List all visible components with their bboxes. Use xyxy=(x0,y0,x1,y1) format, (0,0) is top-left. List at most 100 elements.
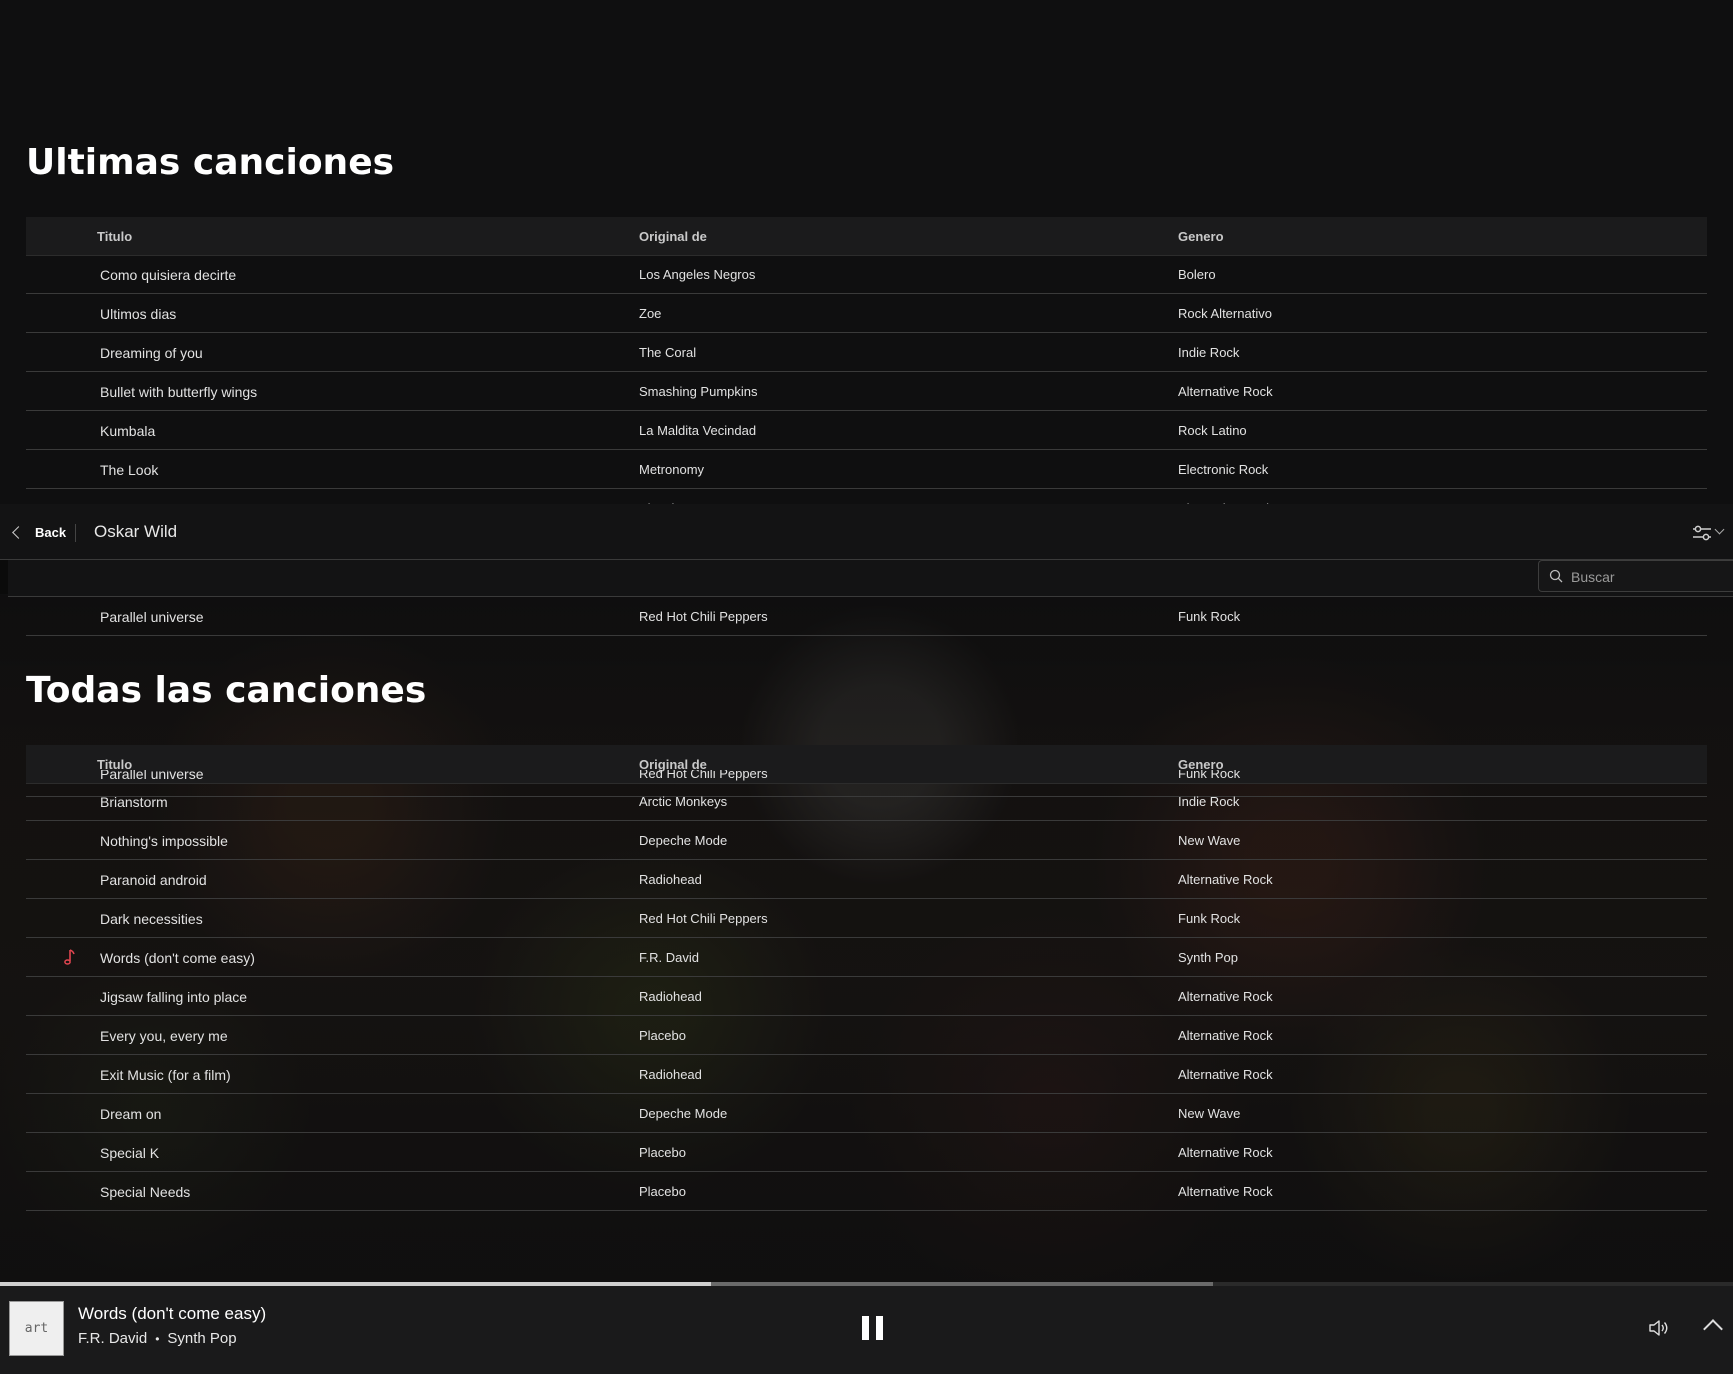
song-title: Special K xyxy=(100,1145,160,1161)
nav-bar: Back Oskar Wild xyxy=(0,504,1733,560)
column-header-title[interactable]: Titulo xyxy=(97,229,132,244)
song-genre: Rock Latino xyxy=(1178,423,1247,438)
song-artist: Arctic Monkeys xyxy=(639,794,728,809)
search-input[interactable] xyxy=(1569,565,1723,589)
section-title-todas: Todas las canciones xyxy=(26,670,427,711)
all-songs-list: Brianstorm Arctic Monkeys Indie Rock Nothin… xyxy=(26,782,1707,1222)
player-bar: art Words (don't come easy) F.R. David •… xyxy=(0,1286,1733,1374)
table-row[interactable]: Dreaming of you The Coral Indie Rock xyxy=(26,333,1707,372)
chevron-up-icon[interactable] xyxy=(1703,1319,1723,1339)
table-row[interactable]: Every you, every me Placebo Alternative Ro… xyxy=(26,1016,1707,1055)
song-artist: Placebo xyxy=(639,1184,686,1199)
song-artist: Red Hot Chili Peppers xyxy=(639,609,768,624)
song-title: Nothing's impossible xyxy=(100,833,228,849)
pause-icon xyxy=(862,1316,869,1340)
pause-button[interactable] xyxy=(862,1316,884,1340)
song-artist: Metronomy xyxy=(639,462,705,477)
song-genre: Alternative Rock xyxy=(1178,384,1273,399)
table-header-ultimas: Titulo Original de Genero xyxy=(26,217,1707,256)
song-genre: Alternative Rock xyxy=(1178,1067,1273,1082)
chevron-down-icon[interactable] xyxy=(1714,524,1725,535)
song-genre: Indie Rock xyxy=(1178,345,1240,360)
song-title: Bullet with butterfly wings xyxy=(100,384,258,400)
song-artist: Placebo xyxy=(639,1028,686,1043)
song-artist: F.R. David xyxy=(639,950,699,965)
now-playing-title: Words (don't come easy) xyxy=(78,1304,267,1323)
song-genre: Synth Pop xyxy=(1178,950,1238,965)
table-row[interactable]: Kumbala La Maldita Vecindad Rock Latino xyxy=(26,411,1707,450)
pause-icon xyxy=(876,1316,883,1340)
song-title: Ultimos dias xyxy=(100,306,177,322)
song-title: Brianstorm xyxy=(100,794,168,810)
song-artist: Placebo xyxy=(639,1145,686,1160)
song-artist: Radiohead xyxy=(639,872,702,887)
song-artist: Red Hot Chili Peppers xyxy=(639,911,768,926)
table-row[interactable]: Exit Music (for a film) Radiohead Alternat… xyxy=(26,1055,1707,1094)
table-row[interactable]: Words (don't come easy) F.R. David Synth P… xyxy=(26,938,1707,977)
song-title: Dreaming of you xyxy=(100,345,203,361)
song-genre: Rock Alternativo xyxy=(1178,306,1272,321)
album-art[interactable]: art xyxy=(9,1301,64,1356)
table-row[interactable]: Nothing's impossible Depeche Mode New Wave xyxy=(26,821,1707,860)
now-playing-artist[interactable]: F.R. David xyxy=(78,1330,147,1347)
now-playing-meta: F.R. David • Synth Pop xyxy=(78,1330,237,1347)
song-title: Kumbala xyxy=(100,423,156,439)
song-title: Dream on xyxy=(100,1106,162,1122)
table-row[interactable]: Parallel universe Red Hot Chili Peppers … xyxy=(26,597,1707,636)
song-title: Como quisiera decirte xyxy=(100,267,237,283)
table-row[interactable]: Special K Placebo Alternative Rock xyxy=(26,1133,1707,1172)
song-artist: The Coral xyxy=(639,345,697,360)
meta-separator: • xyxy=(155,1331,160,1346)
table-row[interactable]: Bullet with butterfly wings Smashing Pump… xyxy=(26,372,1707,411)
recent-songs-list: Como quisiera decirte Los Angeles Negros B… xyxy=(26,255,1707,504)
table-row[interactable]: Every you, every mePlaceboAlternative Ro… xyxy=(26,489,1707,504)
table-row[interactable]: Dark necessities Red Hot Chili Peppers Fun… xyxy=(26,899,1707,938)
table-row[interactable]: Jigsaw falling into place Radiohead Altern… xyxy=(26,977,1707,1016)
song-genre: Bolero xyxy=(1178,267,1216,282)
song-genre: Alternative Rock xyxy=(1178,989,1273,1004)
song-artist: Radiohead xyxy=(639,989,702,1004)
table-row[interactable]: Dream on Depeche Mode New Wave xyxy=(26,1094,1707,1133)
back-button[interactable]: Back xyxy=(10,522,66,542)
song-genre: Funk Rock xyxy=(1178,770,1241,781)
song-artist: Depeche Mode xyxy=(639,1106,728,1121)
song-genre: Indie Rock xyxy=(1178,794,1240,809)
table-row[interactable]: Como quisiera decirte Los Angeles Negros B… xyxy=(26,255,1707,294)
song-genre: Alternative Rock xyxy=(1178,1184,1273,1199)
song-genre: Alternative Rock xyxy=(1178,872,1273,887)
now-playing-genre: Synth Pop xyxy=(167,1330,237,1347)
volume-icon[interactable] xyxy=(1648,1318,1670,1338)
back-label: Back xyxy=(35,524,67,540)
search-box[interactable] xyxy=(1538,560,1733,592)
column-header-genre[interactable]: Genero xyxy=(1178,229,1224,244)
playlist-title: Oskar Wild xyxy=(94,522,178,541)
table-row[interactable]: The Look Metronomy Electronic Rock xyxy=(26,450,1707,489)
recent-songs-last-row[interactable]: Parallel universe Red Hot Chili Peppers … xyxy=(26,597,1707,636)
song-title: Every you, every me xyxy=(100,1028,228,1044)
song-genre: Funk Rock xyxy=(1178,911,1241,926)
song-title: Special Needs xyxy=(100,1184,191,1200)
table-row[interactable]: Special Needs Placebo Alternative Rock xyxy=(26,1172,1707,1211)
search-strip xyxy=(8,560,1733,597)
song-title: The Look xyxy=(100,462,159,478)
song-title: Jigsaw falling into place xyxy=(100,989,248,1005)
song-title: Dark necessities xyxy=(100,911,203,927)
song-genre: Funk Rock xyxy=(1178,609,1241,624)
song-title: Words (don't come easy) xyxy=(100,950,255,966)
song-artist: La Maldita Vecindad xyxy=(639,423,757,438)
table-row[interactable]: Brianstorm Arctic Monkeys Indie Rock xyxy=(26,782,1707,821)
now-playing-note-icon xyxy=(64,949,75,965)
song-title: Exit Music (for a film) xyxy=(100,1067,231,1083)
filter-sliders-icon[interactable] xyxy=(1692,524,1712,542)
chevron-left-icon xyxy=(12,525,25,539)
song-title: Parallel universe xyxy=(100,609,204,625)
table-row[interactable]: Ultimos dias Zoe Rock Alternativo xyxy=(26,294,1707,333)
table-row[interactable]: Paranoid android Radiohead Alternative Roc… xyxy=(26,860,1707,899)
song-genre: New Wave xyxy=(1178,1106,1241,1121)
song-title: Paranoid android xyxy=(100,872,207,888)
song-artist: Depeche Mode xyxy=(639,833,728,848)
column-header-artist[interactable]: Original de xyxy=(639,229,707,244)
song-genre: Alternative Rock xyxy=(1178,1028,1273,1043)
song-artist: Zoe xyxy=(639,306,662,321)
song-title: Parallel universe xyxy=(100,770,204,782)
